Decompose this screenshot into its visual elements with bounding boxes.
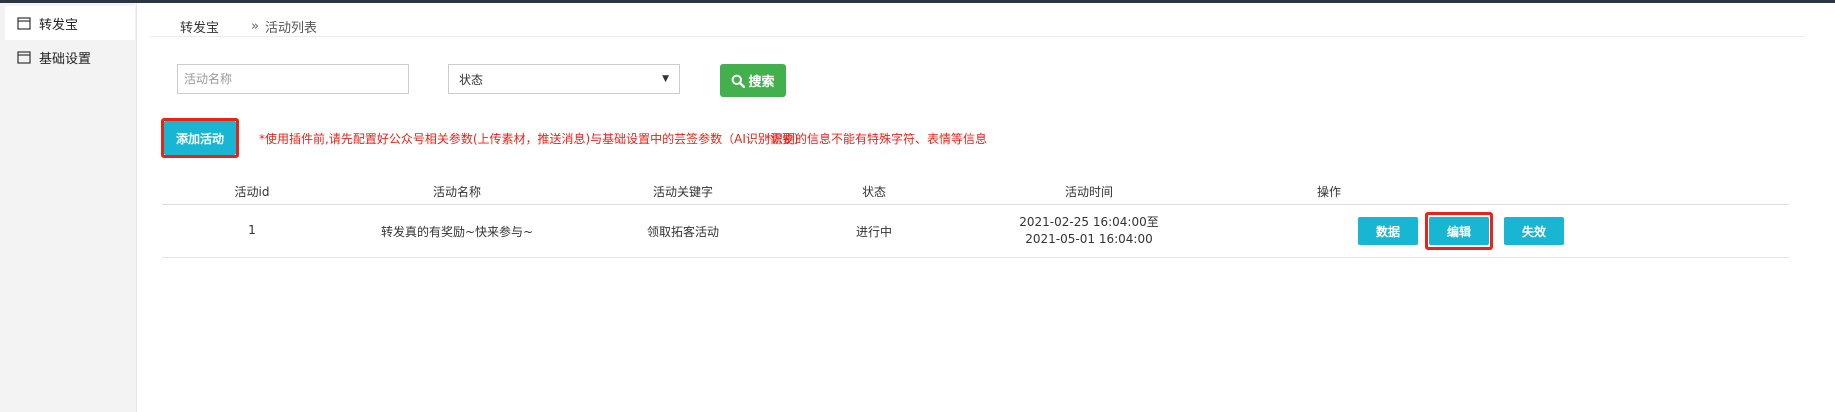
breadcrumb-current: 活动列表 — [264, 20, 317, 36]
disable-button[interactable]: 失效 — [1504, 217, 1564, 245]
add-activity-label: 添加活动 — [175, 131, 224, 146]
status-select-value: 状态 — [459, 72, 484, 87]
disable-button-label: 失效 — [1521, 224, 1546, 239]
cell-activity-id: 1 — [248, 223, 256, 237]
time-end: 2021-05-01 16:04:00 — [1025, 232, 1153, 246]
sidebar-item-label: 转发宝 — [39, 17, 79, 33]
cell-status: 进行中 — [855, 225, 892, 239]
search-button[interactable]: 搜索 — [720, 64, 786, 97]
search-button-label: 搜索 — [748, 75, 775, 90]
caret-down-icon: ▼ — [662, 74, 669, 84]
main-content: 转发宝 » 活动列表 状态 ▼ 搜索 添加活动 *使用插件前,请先配置好公众号相… — [150, 3, 1810, 412]
cell-activity-keyword: 领取拓客活动 — [646, 225, 719, 239]
add-activity-button[interactable]: 添加活动 — [164, 121, 236, 155]
breadcrumb-separator: » — [251, 18, 259, 34]
notice-characters: *识别的信息不能有特殊字符、表情等信息 — [765, 132, 988, 146]
time-start: 2021-02-25 16:04:00至 — [1019, 215, 1159, 229]
search-icon — [732, 74, 746, 88]
header-activity-keyword: 活动关键字 — [652, 185, 713, 199]
cell-activity-name: 转发真的有奖励~快来参与~ — [380, 225, 534, 239]
header-activity-time: 活动时间 — [1064, 185, 1113, 199]
activity-name-input[interactable] — [177, 64, 409, 94]
header-activity-name: 活动名称 — [432, 185, 481, 199]
header-operations: 操作 — [1316, 185, 1341, 199]
data-button-label: 数据 — [1375, 224, 1400, 239]
breadcrumb-root[interactable]: 转发宝 — [180, 17, 219, 36]
edit-button[interactable]: 编辑 — [1429, 217, 1489, 245]
sidebar: 转发宝 基础设置 — [0, 3, 137, 412]
cell-activity-time: 2021-02-25 16:04:00至 2021-05-01 16:04:00 — [999, 214, 1179, 248]
sidebar-item-basic-settings[interactable]: 基础设置 — [5, 40, 135, 74]
header-activity-id: 活动id — [234, 185, 270, 199]
breadcrumb: 转发宝 » 活动列表 — [180, 15, 317, 37]
activity-table: 活动id 活动名称 活动关键字 状态 活动时间 操作 1 转发真的有奖励~快来参… — [162, 177, 1789, 258]
sidebar-item-label: 基础设置 — [39, 51, 92, 67]
notice-config: *使用插件前,请先配置好公众号相关参数(上传素材，推送消息)与基础设置中的芸签参… — [259, 132, 806, 146]
data-button[interactable]: 数据 — [1358, 217, 1418, 245]
calendar-icon — [17, 51, 31, 64]
sidebar-item-zhuanfabao[interactable]: 转发宝 — [5, 6, 135, 40]
table-header: 活动id 活动名称 活动关键字 状态 活动时间 操作 — [162, 177, 1789, 205]
status-select[interactable]: 状态 ▼ — [448, 64, 680, 94]
table-row: 1 转发真的有奖励~快来参与~ 领取拓客活动 进行中 2021-02-25 16… — [162, 205, 1789, 258]
breadcrumb-divider — [150, 36, 1805, 37]
header-status: 状态 — [861, 185, 886, 199]
edit-button-label: 编辑 — [1446, 224, 1471, 239]
calendar-icon — [17, 17, 31, 30]
